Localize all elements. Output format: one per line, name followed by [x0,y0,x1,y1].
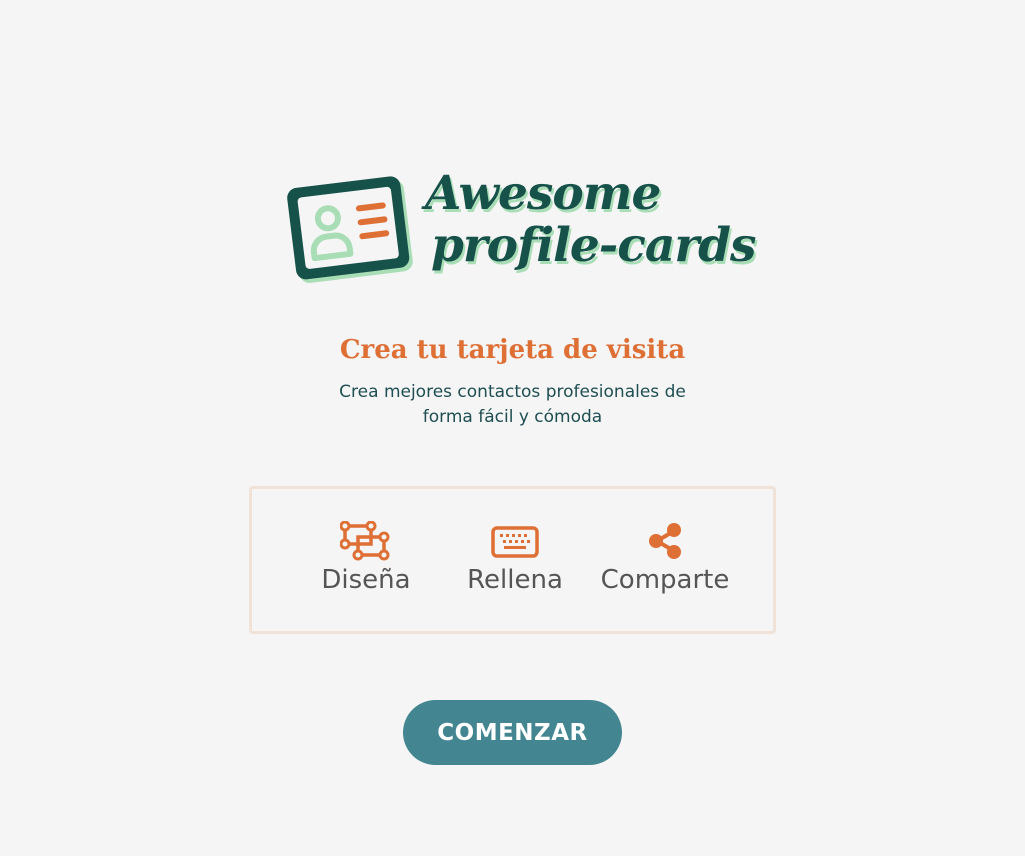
logo-wordmark-line2: profile-cards [431,218,756,273]
page-subtitle: Crea mejores contactos profesionales de … [339,382,686,427]
feature-design-label: Diseña [321,565,411,595]
app-logo: Awesome profile-cards [285,168,756,293]
feature-design: Diseña [291,521,441,597]
page-headline: Crea tu tarjeta de visita [339,335,686,365]
vector-shape-icon [340,521,390,561]
share-icon [649,523,681,559]
logo-wordmark-line1: Awesome [425,166,661,221]
feature-fill-label: Rellena [467,565,563,595]
feature-share: Comparte [590,521,740,597]
keyboard-icon [491,526,539,558]
logo-wordmark: Awesome profile-cards [417,166,756,273]
id-card-icon [287,176,413,283]
feature-share-label: Comparte [600,565,730,595]
start-button[interactable]: COMENZAR [403,700,622,765]
feature-fill: Rellena [440,521,590,597]
features-panel: Diseña Rellena Comparte [249,486,776,634]
